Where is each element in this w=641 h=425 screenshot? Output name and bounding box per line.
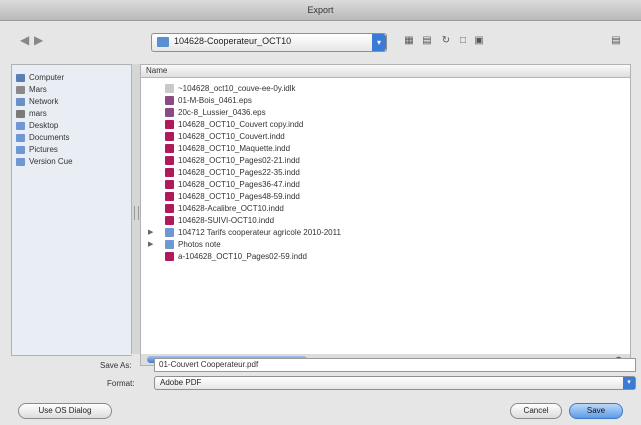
file-row[interactable]: 104628_OCT10_Couvert copy.indd [141,119,630,130]
list-view-icon[interactable]: ▤ [421,35,433,46]
file-list: Name ~104628_oct10_couve-ee-0y.idlk 01-M-… [140,64,631,356]
format-popup[interactable]: Adobe PDF ▾ [154,376,636,390]
eps-file-icon [165,108,174,117]
file-row[interactable]: ▶ Photos note [141,239,630,250]
file-row[interactable]: 104628_OCT10_Maquette.indd [141,143,630,154]
file-name: 104628-Acalibre_OCT10.indd [178,204,284,213]
refresh-icon[interactable]: ↻ [440,35,452,46]
column-header-name[interactable]: Name [141,65,630,78]
file-name: 20c-8_Lussier_0436.eps [178,108,266,117]
user-icon [16,109,25,118]
sidebar: Computer Mars Network mars Desktop Documents P… [11,64,132,356]
file-name: Photos note [178,240,221,249]
sidebar-item-mars[interactable]: Mars [16,84,47,95]
forward-arrow-icon[interactable]: ▶ [34,33,43,47]
file-row[interactable]: 104628-SUIVI-OCT10.indd [141,215,630,226]
menu-icon[interactable]: ▤ [610,35,622,46]
indesign-file-icon [165,132,174,141]
path-label: 104628-Cooperateur_OCT10 [174,36,292,46]
document-icon [165,84,174,93]
window-title: Export [0,0,641,21]
sidebar-item-version-cue[interactable]: Version Cue [16,156,73,167]
file-name: 104628-SUIVI-OCT10.indd [178,216,275,225]
folder-icon [157,37,169,47]
file-name: 104628_OCT10_Pages48-59.indd [178,192,300,201]
chevron-down-icon: ▾ [372,34,386,51]
use-os-dialog-button[interactable]: Use OS Dialog [18,403,112,419]
file-row[interactable]: ~104628_oct10_couve-ee-0y.idlk [141,83,630,94]
path-popup[interactable]: 104628-Cooperateur_OCT10 ▾ [151,33,387,52]
save-button[interactable]: Save [569,403,623,419]
computer-icon [16,73,25,82]
file-row[interactable]: 104628_OCT10_Couvert.indd [141,131,630,142]
sidebar-item-label: mars [29,109,47,118]
file-name: 104712 Tarifs cooperateur agricole 2010-… [178,228,341,237]
indesign-file-icon [165,192,174,201]
delete-icon[interactable]: □ [457,35,469,46]
sidebar-item-label: Computer [29,73,65,82]
file-row[interactable]: ▶ 104712 Tarifs cooperateur agricole 2010… [141,227,630,238]
indesign-file-icon [165,252,174,261]
file-name: ~104628_oct10_couve-ee-0y.idlk [178,84,296,93]
file-row[interactable]: 104628-Acalibre_OCT10.indd [141,203,630,214]
file-name: a-104628_OCT10_Pages02-59.indd [178,252,307,261]
disclosure-triangle-icon[interactable]: ▶ [148,227,153,238]
file-name: 104628_OCT10_Couvert copy.indd [178,120,304,129]
indesign-file-icon [165,204,174,213]
cancel-button[interactable]: Cancel [510,403,562,419]
folder-icon [16,133,25,142]
file-name: 104628_OCT10_Pages22-35.indd [178,168,300,177]
icon-view-icon[interactable]: ▦ [403,35,415,46]
sidebar-item-label: Version Cue [29,157,73,166]
file-row[interactable]: 104628_OCT10_Pages48-59.indd [141,191,630,202]
save-as-field[interactable]: 01-Couvert Cooperateur.pdf [154,358,636,372]
file-name: 104628_OCT10_Maquette.indd [178,144,291,153]
indesign-file-icon [165,216,174,225]
format-value: Adobe PDF [160,378,202,387]
eps-file-icon [165,96,174,105]
sidebar-item-label: Desktop [29,121,59,130]
sidebar-item-mars[interactable]: mars [16,108,47,119]
file-row[interactable]: 104628_OCT10_Pages02-21.indd [141,155,630,166]
sidebar-item-documents[interactable]: Documents [16,132,69,143]
file-row[interactable]: 20c-8_Lussier_0436.eps [141,107,630,118]
network-icon [16,97,25,106]
format-label: Format: [107,379,135,388]
file-name: 01-M-Bois_0461.eps [178,96,252,105]
drive-icon [16,85,25,94]
file-row[interactable]: 104628_OCT10_Pages36-47.indd [141,179,630,190]
sidebar-item-desktop[interactable]: Desktop [16,120,58,131]
file-row[interactable]: 104628_OCT10_Pages22-35.indd [141,167,630,178]
sidebar-item-label: Pictures [29,145,58,154]
folder-icon [165,228,174,237]
file-row[interactable]: a-104628_OCT10_Pages02-59.indd [141,251,630,262]
save-as-label: Save As: [100,361,132,370]
new-folder-icon[interactable]: ▣ [473,35,485,46]
sidebar-item-label: Documents [29,133,70,142]
folder-icon [165,240,174,249]
indesign-file-icon [165,144,174,153]
chevron-down-icon: ▾ [623,377,635,389]
file-name: 104628_OCT10_Couvert.indd [178,132,285,141]
back-arrow-icon[interactable]: ◀ [20,33,29,47]
folder-icon [16,157,25,166]
file-name: 104628_OCT10_Pages02-21.indd [178,156,300,165]
sidebar-item-label: Mars [29,85,47,94]
desktop-icon [16,121,25,130]
sidebar-item-network[interactable]: Network [16,96,58,107]
file-name: 104628_OCT10_Pages36-47.indd [178,180,300,189]
toolbar: ◀ ▶ 104628-Cooperateur_OCT10 ▾ ▦ ▤ ↻ □ ▣… [0,21,641,61]
file-row[interactable]: 01-M-Bois_0461.eps [141,95,630,106]
export-dialog: ◀ ▶ 104628-Cooperateur_OCT10 ▾ ▦ ▤ ↻ □ ▣… [0,21,641,425]
sidebar-item-pictures[interactable]: Pictures [16,144,58,155]
disclosure-triangle-icon[interactable]: ▶ [148,239,153,250]
indesign-file-icon [165,156,174,165]
indesign-file-icon [165,180,174,189]
sidebar-item-label: Network [29,97,59,106]
grip-icon [134,206,139,220]
indesign-file-icon [165,120,174,129]
indesign-file-icon [165,168,174,177]
sidebar-item-computer[interactable]: Computer [16,72,64,83]
folder-icon [16,145,25,154]
